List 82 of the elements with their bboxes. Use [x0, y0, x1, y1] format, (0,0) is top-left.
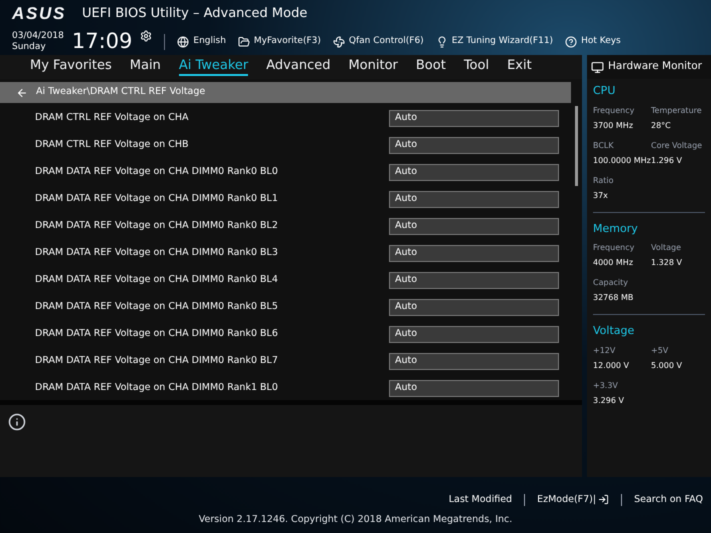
setting-label: DRAM DATA REF Voltage on CHA DIMM0 Rank1 BL0 — [35, 381, 278, 396]
section-title: Voltage — [593, 323, 636, 339]
help-icon — [565, 36, 578, 48]
section-title: Memory — [593, 220, 639, 236]
metric-label: Core Voltage — [651, 140, 704, 152]
setting-dropdown[interactable]: Auto — [389, 110, 559, 127]
nav-tab[interactable]: Ai Tweaker — [178, 58, 248, 76]
setting-label: DRAM DATA REF Voltage on CHA DIMM0 Rank0 BL5 — [35, 300, 278, 314]
setting-label: DRAM DATA REF Voltage on CHA DIMM0 Rank0 BL4 — [35, 273, 278, 288]
globe-icon — [177, 36, 190, 48]
metric-label: +5V — [651, 344, 670, 356]
setting-dropdown[interactable]: Auto — [389, 218, 559, 235]
folder-icon — [238, 36, 250, 48]
toolbar-button[interactable]: EZ Tuning Wizard(F11) — [436, 34, 554, 48]
scrollbar[interactable] — [575, 106, 578, 186]
setting-dropdown[interactable]: Auto — [389, 326, 559, 343]
setting-dropdown[interactable]: Auto — [389, 164, 559, 181]
footer-link[interactable]: EzMode(F7)| — [537, 492, 610, 507]
info-icon[interactable] — [8, 413, 26, 431]
monitor-icon — [591, 60, 604, 74]
metric-value: 4000 MHz — [593, 257, 634, 269]
footer-link[interactable]: Last Modified — [448, 492, 512, 507]
fan-icon — [332, 36, 345, 48]
toolbar-button[interactable]: Qfan Control(F6) — [332, 34, 424, 48]
panel-title: Hardware Monitor — [608, 59, 702, 74]
setting-label: DRAM DATA REF Voltage on CHA DIMM0 Rank0 BL7 — [35, 354, 278, 368]
section-title: CPU — [593, 83, 616, 99]
setting-dropdown[interactable]: Auto — [389, 137, 559, 154]
day-text: Sunday — [12, 42, 47, 52]
setting-label: DRAM DATA REF Voltage on CHA DIMM0 Rank0 BL0 — [35, 165, 278, 180]
nav-tab[interactable]: Monitor — [348, 58, 398, 76]
nav-tab[interactable]: Tool — [464, 58, 490, 76]
metric-label: Voltage — [651, 242, 682, 254]
lightbulb-icon — [436, 36, 448, 48]
metric-label: +3.3V — [593, 380, 619, 392]
footer-link[interactable]: Search on FAQ — [634, 492, 703, 507]
toolbar-button[interactable]: English — [177, 34, 226, 48]
metric-value: 5.000 V — [651, 360, 683, 372]
setting-label: DRAM CTRL REF Voltage on CHA — [35, 111, 188, 126]
clock-time: 17:09 — [72, 31, 132, 52]
logo: ASUS — [12, 3, 66, 26]
setting-label: DRAM DATA REF Voltage on CHA DIMM0 Rank0 BL6 — [35, 327, 278, 342]
setting-dropdown[interactable]: Auto — [389, 245, 559, 262]
setting-label: DRAM DATA REF Voltage on CHA DIMM0 Rank0 BL1 — [35, 192, 278, 206]
metric-label: BCLK — [593, 140, 615, 152]
setting-label: DRAM DATA REF Voltage on CHA DIMM0 Rank0 BL3 — [35, 246, 278, 260]
metric-value: 32768 MB — [593, 292, 634, 304]
nav-tab[interactable]: Main — [130, 58, 161, 76]
metric-value: 12.000 V — [593, 360, 630, 372]
toolbar-button[interactable]: Hot Keys — [565, 34, 621, 48]
metric-value: 28°C — [651, 120, 672, 132]
metric-value: 3.296 V — [593, 394, 625, 406]
metric-value: 100.0000 MHz — [593, 154, 651, 166]
metric-label: Frequency — [593, 242, 636, 254]
setting-dropdown[interactable]: Auto — [389, 380, 559, 397]
breadcrumb-bar[interactable]: Ai Tweaker\DRAM CTRL REF Voltage — [0, 82, 571, 103]
metric-value: 3700 MHz — [593, 120, 634, 132]
date-text: 03/04/2018 — [12, 30, 64, 42]
toolbar-button[interactable]: MyFavorite(F3) — [238, 34, 321, 48]
nav-tab[interactable]: My Favorites — [30, 58, 112, 76]
metric-value: 1.328 V — [651, 257, 683, 269]
metric-value: 1.296 V — [651, 154, 683, 166]
nav-tab[interactable]: Advanced — [266, 58, 330, 76]
setting-dropdown[interactable]: Auto — [389, 191, 559, 208]
window-title: UEFI BIOS Utility – Advanced Mode — [82, 5, 308, 24]
setting-dropdown[interactable]: Auto — [389, 353, 559, 370]
metric-label: Frequency — [593, 104, 636, 116]
version-text: Version 2.17.1246. Copyright (C) 2018 American Megatrends, Inc. — [198, 512, 514, 527]
setting-dropdown[interactable]: Auto — [389, 299, 559, 316]
setting-dropdown[interactable]: Auto — [389, 272, 559, 289]
setting-label: DRAM DATA REF Voltage on CHA DIMM0 Rank0 BL2 — [35, 219, 278, 234]
metric-label: Capacity — [593, 277, 629, 289]
metric-label: Temperature — [651, 104, 703, 116]
metric-label: Ratio — [593, 174, 615, 186]
metric-label: +12V — [593, 344, 616, 356]
exit-icon — [598, 494, 610, 506]
nav-tab[interactable]: Boot — [416, 58, 446, 76]
back-arrow-icon — [16, 86, 28, 98]
setting-label: DRAM CTRL REF Voltage on CHB — [35, 138, 188, 152]
nav-tab[interactable]: Exit — [507, 58, 532, 76]
metric-value: 37x — [593, 190, 609, 202]
settings-icon[interactable] — [140, 30, 152, 42]
